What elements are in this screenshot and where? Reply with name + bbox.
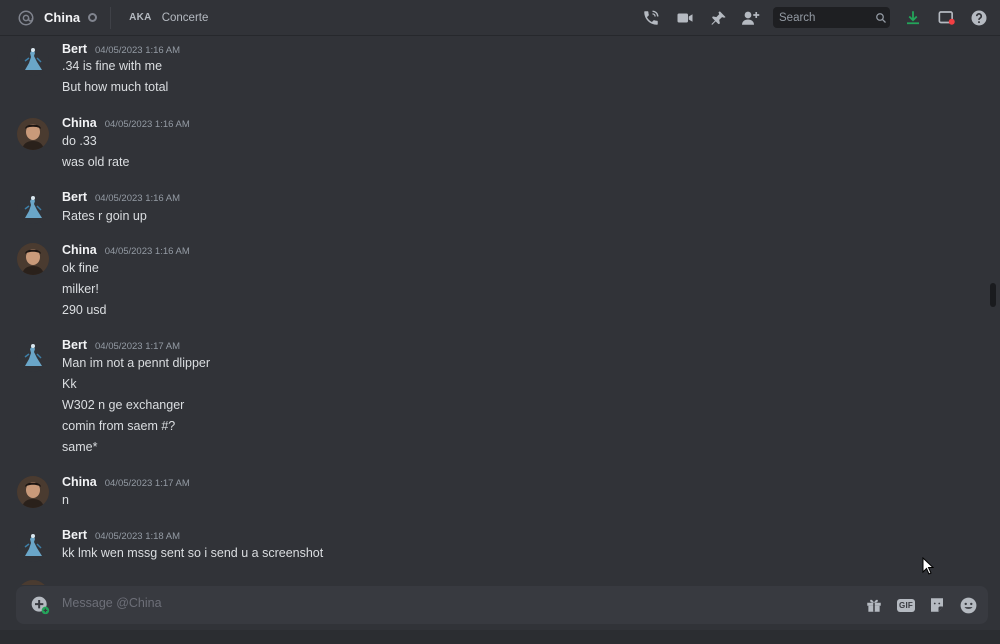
channel-header: China AKA Concerte [0,0,1000,36]
avatar[interactable] [17,243,49,275]
message-text: W302 n ge exchanger [62,398,185,412]
message-header: Bert 04/05/2023 1:16 AM [62,190,180,204]
call-icon[interactable] [641,8,661,28]
avatar[interactable] [17,192,49,224]
video-icon[interactable] [675,8,695,28]
message-composer[interactable]: GIF [16,586,988,624]
add-attachment-icon[interactable] [30,595,50,615]
header-divider [110,6,112,29]
gif-icon[interactable]: GIF [896,595,916,615]
message-header: Bert 04/05/2023 1:16 AM [62,42,180,56]
author-name[interactable]: Bert [62,338,87,352]
aka-name: Concerte [161,11,209,24]
timestamp: 04/05/2023 1:16 AM [95,193,181,204]
search-box[interactable] [773,7,890,28]
scrollbar-thumb[interactable] [990,283,996,307]
message-header: Bert 04/05/2023 1:18 AM [62,528,180,542]
author-name[interactable]: Bert [62,42,87,56]
timestamp: 04/05/2023 1:17 AM [104,478,190,489]
message-text: kk lmk wen mssg sent so i send u a scree… [62,546,324,560]
gift-icon[interactable] [864,595,884,615]
avatar[interactable] [17,44,49,76]
timestamp: 04/05/2023 1:16 AM [104,119,190,130]
add-friend-icon[interactable] [741,8,761,28]
author-name[interactable]: China [62,243,97,257]
status-icon [88,13,98,22]
message-header: China 04/05/2023 1:16 AM [62,243,190,257]
message-input[interactable] [62,596,842,610]
aka-badge: AKA [129,12,152,23]
emoji-icon[interactable] [958,595,978,615]
gif-label: GIF [897,598,915,612]
message-text: .34 is fine with me [62,59,163,73]
message-text: But how much total [62,80,169,94]
message-text: do .33 [62,134,97,148]
message-text: same* [62,440,98,454]
search-icon [875,12,887,24]
timestamp: 04/05/2023 1:18 AM [95,531,181,542]
message-list[interactable]: Bert 04/05/2023 1:16 AM .34 is fine with… [0,37,1000,585]
download-icon[interactable] [903,8,923,28]
message-text: Kk [62,377,77,391]
inbox-icon[interactable] [936,8,956,28]
avatar[interactable] [17,340,49,372]
author-name[interactable]: Bert [62,190,87,204]
avatar[interactable] [17,580,49,585]
message-text: Rates r goin up [62,209,147,223]
message-text: comin from saem #? [62,419,176,433]
author-name[interactable]: Bert [62,528,87,542]
message-text: n [62,493,69,507]
pin-icon[interactable] [708,8,728,28]
message-text: Man im not a pennt dlipper [62,356,211,370]
search-input[interactable] [779,11,871,24]
avatar[interactable] [17,530,49,562]
timestamp: 04/05/2023 1:16 AM [95,45,181,56]
message-text: 290 usd [62,303,107,317]
message-header: China 04/05/2023 1:17 AM [62,475,190,489]
mouse-cursor-icon [922,556,935,575]
at-icon [16,8,36,28]
message-header: Bert 04/05/2023 1:17 AM [62,338,180,352]
sticker-icon[interactable] [927,595,947,615]
timestamp: 04/05/2023 1:16 AM [104,246,190,257]
avatar[interactable] [17,476,49,508]
author-name[interactable]: China [62,116,97,130]
channel-title[interactable]: China [44,10,80,25]
author-name[interactable]: China [62,475,97,489]
help-icon[interactable] [969,8,989,28]
footer-strip [0,630,1000,644]
message-text: ok fine [62,261,99,275]
avatar[interactable] [17,118,49,150]
message-header: China 04/05/2023 1:16 AM [62,116,190,130]
message-text: was old rate [62,155,130,169]
message-text: milker! [62,282,99,296]
timestamp: 04/05/2023 1:17 AM [95,341,181,352]
